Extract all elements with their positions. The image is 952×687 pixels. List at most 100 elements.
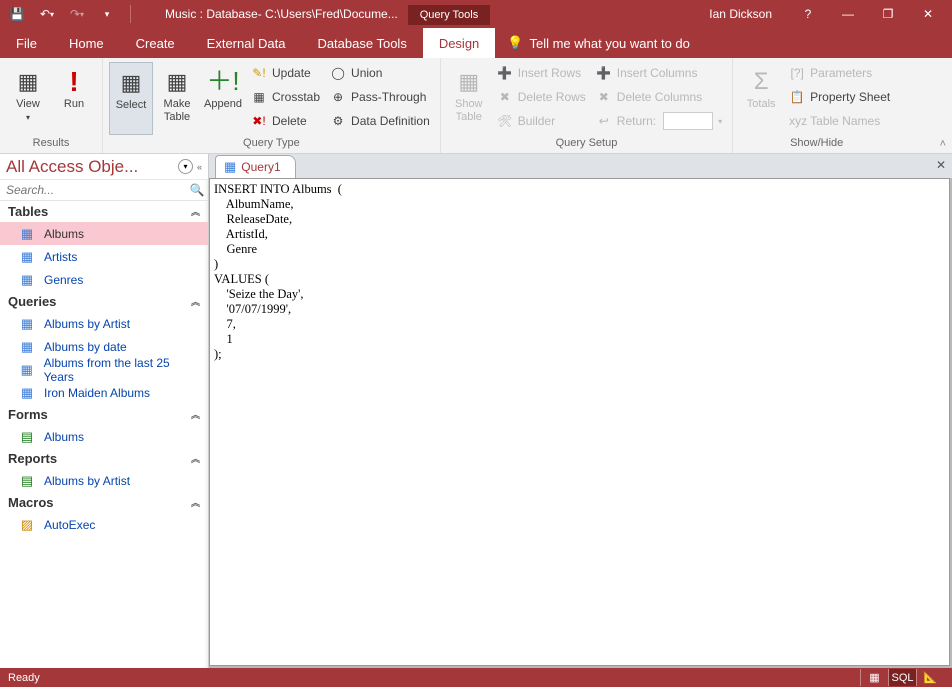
quick-access-toolbar: 💾 ↶▾ ↷▾ ▾ (6, 3, 135, 25)
builder-button: 🛠Builder (493, 110, 590, 132)
nav-group-forms[interactable]: Forms︽ (0, 404, 208, 425)
insert-rows-button: ➕Insert Rows (493, 62, 590, 84)
minimize-icon[interactable]: — (830, 2, 866, 26)
nav-collapse-icon[interactable]: « (197, 162, 202, 172)
query-icon: ▦ (224, 159, 236, 175)
showtable-icon: ▦ (458, 64, 479, 98)
group-show-hide: ΣTotals [?]Parameters 📋Property Sheet xy… (733, 58, 900, 153)
tab-home[interactable]: Home (53, 28, 120, 58)
return-control: ↩Return:▾ (592, 110, 726, 132)
tab-file[interactable]: File (0, 28, 53, 58)
design-view-icon[interactable]: 📐 (916, 669, 944, 686)
datasheet-view-icon[interactable]: ▦ (860, 669, 888, 686)
data-definition-button[interactable]: ⚙Data Definition (326, 110, 434, 132)
tell-me-search[interactable]: 💡 Tell me what you want to do (495, 28, 702, 58)
title-bar: 💾 ↶▾ ↷▾ ▾ Music : Database- C:\Users\Fre… (0, 0, 952, 28)
redo-icon: ↷▾ (66, 3, 88, 25)
lightbulb-icon: 💡 (507, 35, 523, 51)
append-button[interactable]: ＋!Append (201, 62, 245, 135)
nav-table-artists[interactable]: ▦Artists (0, 245, 208, 268)
show-table-button[interactable]: ▦Show Table (447, 62, 491, 135)
builder-icon: 🛠 (497, 114, 513, 128)
sql-view-button[interactable]: SQL (888, 669, 916, 686)
chevron-up-icon[interactable]: ︽ (191, 295, 200, 308)
group-query-setup: ▦Show Table ➕Insert Rows ✖Delete Rows 🛠B… (441, 58, 733, 153)
union-button[interactable]: ◯Union (326, 62, 434, 84)
crosstab-button[interactable]: ▦Crosstab (247, 86, 324, 108)
close-icon[interactable]: ✕ (910, 2, 946, 26)
deleterows-icon: ✖ (497, 90, 513, 104)
save-icon[interactable]: 💾 (6, 3, 28, 25)
document-area: ▦ Query1 ✕ INSERT INTO Albums ( AlbumNam… (209, 154, 952, 668)
customize-qat-icon[interactable]: ▾ (96, 3, 118, 25)
tab-external-data[interactable]: External Data (191, 28, 302, 58)
chevron-up-icon[interactable]: ︽ (191, 205, 200, 218)
select-query-button[interactable]: ▦Select (109, 62, 153, 135)
nav-search-input[interactable] (0, 180, 186, 200)
nav-group-macros[interactable]: Macros︽ (0, 492, 208, 513)
insertrows-icon: ➕ (497, 66, 513, 80)
nav-search: 🔍 (0, 180, 208, 201)
context-tab-label: Query Tools (408, 5, 491, 25)
update-icon: ✎! (251, 66, 267, 80)
query-icon: ▦ (18, 339, 36, 355)
maketable-icon: ▦ (167, 64, 188, 98)
totals-button[interactable]: ΣTotals (739, 62, 783, 135)
table-icon: ▦ (18, 249, 36, 265)
chevron-up-icon[interactable]: ︽ (191, 496, 200, 509)
passthrough-button[interactable]: ⊕Pass-Through (326, 86, 434, 108)
tablenames-icon: xyz (789, 114, 805, 128)
nav-pane-title[interactable]: All Access Obje... (6, 157, 174, 177)
totals-icon: Σ (754, 64, 769, 98)
nav-table-albums[interactable]: ▦Albums (0, 222, 208, 245)
collapse-ribbon-icon[interactable]: ˄ (940, 138, 946, 150)
nav-group-queries[interactable]: Queries︽ (0, 291, 208, 312)
sql-editor[interactable]: INSERT INTO Albums ( AlbumName, ReleaseD… (209, 178, 950, 666)
union-icon: ◯ (330, 66, 346, 80)
datasheet-icon: ▦ (18, 64, 39, 98)
datadef-icon: ⚙ (330, 114, 346, 128)
deletecols-icon: ✖ (596, 90, 612, 104)
parameters-button: [?]Parameters (785, 62, 894, 84)
nav-form-albums[interactable]: ▤Albums (0, 425, 208, 448)
tab-design[interactable]: Design (423, 28, 495, 58)
nav-filter-dropdown-icon[interactable]: ▾ (178, 159, 193, 174)
nav-query-albums-25-years[interactable]: ▦Albums from the last 25 Years (0, 358, 208, 381)
group-query-type: ▦Select ▦Make Table ＋!Append ✎!Update ▦C… (103, 58, 441, 153)
insertcols-icon: ➕ (596, 66, 612, 80)
property-sheet-button[interactable]: 📋Property Sheet (785, 86, 894, 108)
delete-button[interactable]: ✖!Delete (247, 110, 324, 132)
search-icon[interactable]: 🔍 (186, 180, 208, 200)
tab-create[interactable]: Create (120, 28, 191, 58)
document-tab-query1[interactable]: ▦ Query1 (215, 155, 296, 178)
make-table-button[interactable]: ▦Make Table (155, 62, 199, 135)
nav-group-reports[interactable]: Reports︽ (0, 448, 208, 469)
view-button[interactable]: ▦View▾ (6, 62, 50, 135)
passthrough-icon: ⊕ (330, 90, 346, 104)
nav-report-albums-by-artist[interactable]: ▤Albums by Artist (0, 469, 208, 492)
close-document-icon[interactable]: ✕ (936, 158, 946, 172)
select-icon: ▦ (121, 65, 142, 99)
chevron-up-icon[interactable]: ︽ (191, 452, 200, 465)
chevron-up-icon[interactable]: ︽ (191, 408, 200, 421)
tab-database-tools[interactable]: Database Tools (301, 28, 422, 58)
update-button[interactable]: ✎!Update (247, 62, 324, 84)
status-text: Ready (8, 672, 40, 684)
table-names-button: xyzTable Names (785, 110, 894, 132)
help-icon[interactable]: ? (790, 2, 826, 26)
restore-icon[interactable]: ❐ (870, 2, 906, 26)
undo-icon[interactable]: ↶▾ (36, 3, 58, 25)
return-dropdown (663, 112, 713, 130)
nav-query-iron-maiden[interactable]: ▦Iron Maiden Albums (0, 381, 208, 404)
nav-query-albums-by-artist[interactable]: ▦Albums by Artist (0, 312, 208, 335)
delete-rows-button: ✖Delete Rows (493, 86, 590, 108)
query-icon: ▦ (18, 316, 36, 332)
nav-table-genres[interactable]: ▦Genres (0, 268, 208, 291)
params-icon: [?] (789, 66, 805, 80)
work-area: All Access Obje... ▾ « 🔍 Tables︽ ▦Albums… (0, 154, 952, 668)
signed-in-user[interactable]: Ian Dickson (709, 7, 772, 21)
run-icon: ! (69, 64, 78, 98)
run-button[interactable]: !Run (52, 62, 96, 135)
nav-group-tables[interactable]: Tables︽ (0, 201, 208, 222)
nav-macro-autoexec[interactable]: ▨AutoExec (0, 513, 208, 536)
